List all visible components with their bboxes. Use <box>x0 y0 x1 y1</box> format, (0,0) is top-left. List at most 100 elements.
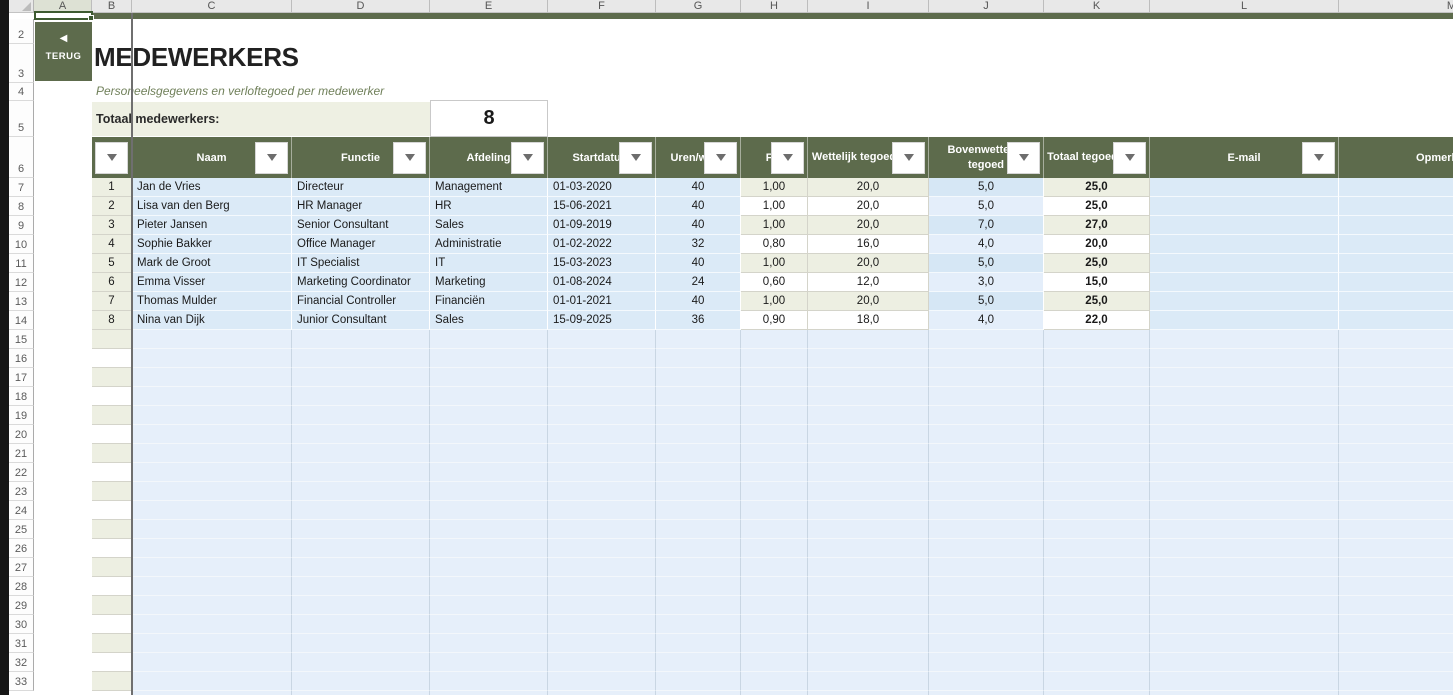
cell-wettelijk-row4[interactable]: 16,0 <box>808 235 929 254</box>
cell-uren-row-empty[interactable] <box>656 349 741 368</box>
cell-email-row-empty[interactable] <box>1150 653 1339 672</box>
column-header-f[interactable]: F <box>548 0 656 13</box>
cell-wettelijk-row1[interactable]: 20,0 <box>808 178 929 197</box>
cell-uren-row2[interactable]: 40 <box>656 197 741 216</box>
cell-opmerkingen-row1[interactable] <box>1339 178 1453 197</box>
row-header-25[interactable]: 25 <box>9 520 34 539</box>
filter-dropdown-afdeling[interactable] <box>511 142 544 174</box>
cell-functie-row-empty[interactable] <box>292 691 430 695</box>
cell-email-row-empty[interactable] <box>1150 596 1339 615</box>
cell-opmerkingen-row-empty[interactable] <box>1339 501 1453 520</box>
cell-totaal-row-empty[interactable] <box>1044 463 1150 482</box>
filter-dropdown-bovenwettelijk[interactable] <box>1007 142 1040 174</box>
cell-afdeling-row-empty[interactable] <box>430 387 548 406</box>
cell-totaal-row-empty[interactable] <box>1044 482 1150 501</box>
cell-startdatum-row3[interactable]: 01-09-2019 <box>548 216 656 235</box>
cell-startdatum-row1[interactable]: 01-03-2020 <box>548 178 656 197</box>
cell-afdeling-row-empty[interactable] <box>430 368 548 387</box>
row-header-19[interactable]: 19 <box>9 406 34 425</box>
cell-opmerkingen-row-empty[interactable] <box>1339 463 1453 482</box>
cell-email-row-empty[interactable] <box>1150 634 1339 653</box>
cell-nr-row-empty[interactable] <box>92 425 132 444</box>
row-header-20[interactable]: 20 <box>9 425 34 444</box>
cell-naam-row-empty[interactable] <box>132 558 292 577</box>
cell-email-row-empty[interactable] <box>1150 558 1339 577</box>
cell-startdatum-row-empty[interactable] <box>548 691 656 695</box>
cell-functie-row-empty[interactable] <box>292 539 430 558</box>
column-header-l[interactable]: L <box>1150 0 1339 13</box>
cell-uren-row-empty[interactable] <box>656 596 741 615</box>
cell-functie-row-empty[interactable] <box>292 558 430 577</box>
cell-fte-row-empty[interactable] <box>741 691 808 695</box>
cell-bovenwettelijk-row1[interactable]: 5,0 <box>929 178 1044 197</box>
row-header-4[interactable]: 4 <box>9 83 34 101</box>
row-header-29[interactable]: 29 <box>9 596 34 615</box>
cell-email-row-empty[interactable] <box>1150 425 1339 444</box>
cell-nr-row-empty[interactable] <box>92 444 132 463</box>
cell-naam-row-empty[interactable] <box>132 596 292 615</box>
cell-afdeling-row-empty[interactable] <box>430 691 548 695</box>
cell-naam-row-empty[interactable] <box>132 463 292 482</box>
cell-startdatum-row-empty[interactable] <box>548 444 656 463</box>
cell-email-row-empty[interactable] <box>1150 501 1339 520</box>
cell-naam-row6[interactable]: Emma Visser <box>132 273 292 292</box>
cell-uren-row-empty[interactable] <box>656 558 741 577</box>
cell-totaal-row-empty[interactable] <box>1044 691 1150 695</box>
cell-fte-row-empty[interactable] <box>741 558 808 577</box>
cell-functie-row-empty[interactable] <box>292 349 430 368</box>
filter-dropdown-uren[interactable] <box>704 142 737 174</box>
cell-totaal-row-empty[interactable] <box>1044 577 1150 596</box>
cell-opmerkingen-row2[interactable] <box>1339 197 1453 216</box>
cell-nr-row7[interactable]: 7 <box>92 292 132 311</box>
cell-uren-row-empty[interactable] <box>656 368 741 387</box>
row-header-22[interactable]: 22 <box>9 463 34 482</box>
cell-wettelijk-row7[interactable]: 20,0 <box>808 292 929 311</box>
cell-bovenwettelijk-row-empty[interactable] <box>929 653 1044 672</box>
cell-uren-row-empty[interactable] <box>656 463 741 482</box>
cell-fte-row-empty[interactable] <box>741 463 808 482</box>
cell-bovenwettelijk-row7[interactable]: 5,0 <box>929 292 1044 311</box>
cell-uren-row-empty[interactable] <box>656 444 741 463</box>
column-header-i[interactable]: I <box>808 0 929 13</box>
cell-fte-row1[interactable]: 1,00 <box>741 178 808 197</box>
cell-afdeling-row-empty[interactable] <box>430 425 548 444</box>
cell-nr-row-empty[interactable] <box>92 653 132 672</box>
cell-bovenwettelijk-row3[interactable]: 7,0 <box>929 216 1044 235</box>
filter-dropdown-startdatum[interactable] <box>619 142 652 174</box>
cell-opmerkingen-row-empty[interactable] <box>1339 387 1453 406</box>
cell-startdatum-row-empty[interactable] <box>548 615 656 634</box>
cell-bovenwettelijk-row-empty[interactable] <box>929 558 1044 577</box>
cell-uren-row-empty[interactable] <box>656 501 741 520</box>
cell-naam-row-empty[interactable] <box>132 349 292 368</box>
cell-bovenwettelijk-row-empty[interactable] <box>929 463 1044 482</box>
cell-afdeling-row-empty[interactable] <box>430 406 548 425</box>
cell-uren-row-empty[interactable] <box>656 425 741 444</box>
cell-bovenwettelijk-row-empty[interactable] <box>929 520 1044 539</box>
cell-opmerkingen-row3[interactable] <box>1339 216 1453 235</box>
cell-bovenwettelijk-row-empty[interactable] <box>929 501 1044 520</box>
cell-fte-row7[interactable]: 1,00 <box>741 292 808 311</box>
cell-totaal-row2[interactable]: 25,0 <box>1044 197 1150 216</box>
cell-totaal-row-empty[interactable] <box>1044 501 1150 520</box>
row-header-28[interactable]: 28 <box>9 577 34 596</box>
cell-functie-row-empty[interactable] <box>292 330 430 349</box>
cell-startdatum-row-empty[interactable] <box>548 330 656 349</box>
cell-fte-row-empty[interactable] <box>741 482 808 501</box>
selected-cell-indicator[interactable] <box>34 11 93 20</box>
cell-naam-row-empty[interactable] <box>132 387 292 406</box>
cell-nr-row-empty[interactable] <box>92 368 132 387</box>
cell-fte-row-empty[interactable] <box>741 672 808 691</box>
cell-functie-row-empty[interactable] <box>292 463 430 482</box>
cell-startdatum-row-empty[interactable] <box>548 425 656 444</box>
cell-fte-row-empty[interactable] <box>741 406 808 425</box>
row-header-8[interactable]: 8 <box>9 197 34 216</box>
cell-fte-row-empty[interactable] <box>741 615 808 634</box>
cell-nr-row-empty[interactable] <box>92 558 132 577</box>
cell-functie-row8[interactable]: Junior Consultant <box>292 311 430 330</box>
cell-email-row-empty[interactable] <box>1150 406 1339 425</box>
cell-email-row5[interactable] <box>1150 254 1339 273</box>
cell-bovenwettelijk-row2[interactable]: 5,0 <box>929 197 1044 216</box>
cell-afdeling-row3[interactable]: Sales <box>430 216 548 235</box>
cell-wettelijk-row-empty[interactable] <box>808 349 929 368</box>
cell-functie-row-empty[interactable] <box>292 653 430 672</box>
